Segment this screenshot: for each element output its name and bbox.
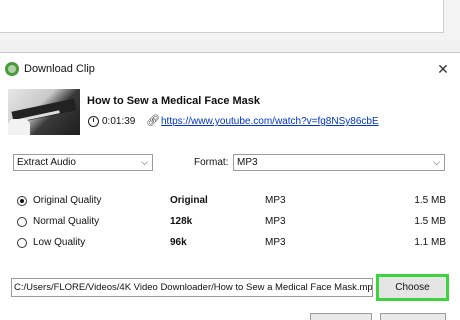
background-input (0, 0, 444, 33)
quality-bitrate: Original (170, 195, 208, 206)
quality-size: 1.5 MB (414, 195, 446, 206)
quality-label: Normal Quality (33, 216, 100, 227)
footer-button-partial[interactable] (380, 313, 446, 320)
quality-option-low[interactable]: Low Quality 96k MP3 1.1 MB (0, 236, 460, 252)
mode-select-value: Extract Audio (17, 157, 76, 168)
quality-size: 1.5 MB (414, 216, 446, 227)
dialog-title: Download Clip (24, 63, 95, 75)
radio-normal-quality[interactable] (17, 217, 27, 227)
save-path-field[interactable]: C:/Users/FLORE/Videos/4K Video Downloade… (11, 278, 373, 297)
footer-button-partial[interactable] (310, 313, 372, 320)
radio-low-quality[interactable] (17, 238, 27, 248)
video-thumbnail (8, 89, 80, 135)
quality-option-normal[interactable]: Normal Quality 128k MP3 1.5 MB (0, 215, 460, 231)
dialog-titlebar: Download Clip ✕ (0, 53, 460, 83)
clock-icon (88, 116, 99, 127)
quality-bitrate: 96k (170, 237, 187, 248)
format-select[interactable]: MP3 ⌵ (233, 154, 445, 171)
quality-format: MP3 (265, 216, 286, 227)
quality-option-original[interactable]: Original Quality Original MP3 1.5 MB (0, 194, 460, 210)
quality-format: MP3 (265, 195, 286, 206)
quality-format: MP3 (265, 237, 286, 248)
format-select-value: MP3 (237, 157, 258, 168)
link-icon: 🔗︎ (146, 115, 160, 127)
app-logo-icon (5, 62, 19, 76)
chevron-down-icon: ⌵ (141, 157, 148, 167)
choose-button[interactable]: Choose (376, 274, 449, 301)
video-title: How to Sew a Medical Face Mask (87, 95, 261, 107)
format-label: Format: (194, 157, 229, 168)
mode-select[interactable]: Extract Audio ⌵ (13, 154, 153, 171)
quality-size: 1.1 MB (414, 237, 446, 248)
video-duration: 0:01:39 (102, 116, 136, 127)
radio-original-quality[interactable] (17, 196, 27, 206)
video-url-link[interactable]: https://www.youtube.com/watch?v=fg8NSy86… (161, 116, 379, 127)
chevron-down-icon: ⌵ (433, 157, 440, 167)
quality-label: Low Quality (33, 237, 86, 248)
close-icon[interactable]: ✕ (433, 59, 453, 79)
quality-label: Original Quality (33, 195, 102, 206)
background-window (0, 0, 460, 40)
quality-bitrate: 128k (170, 216, 193, 227)
